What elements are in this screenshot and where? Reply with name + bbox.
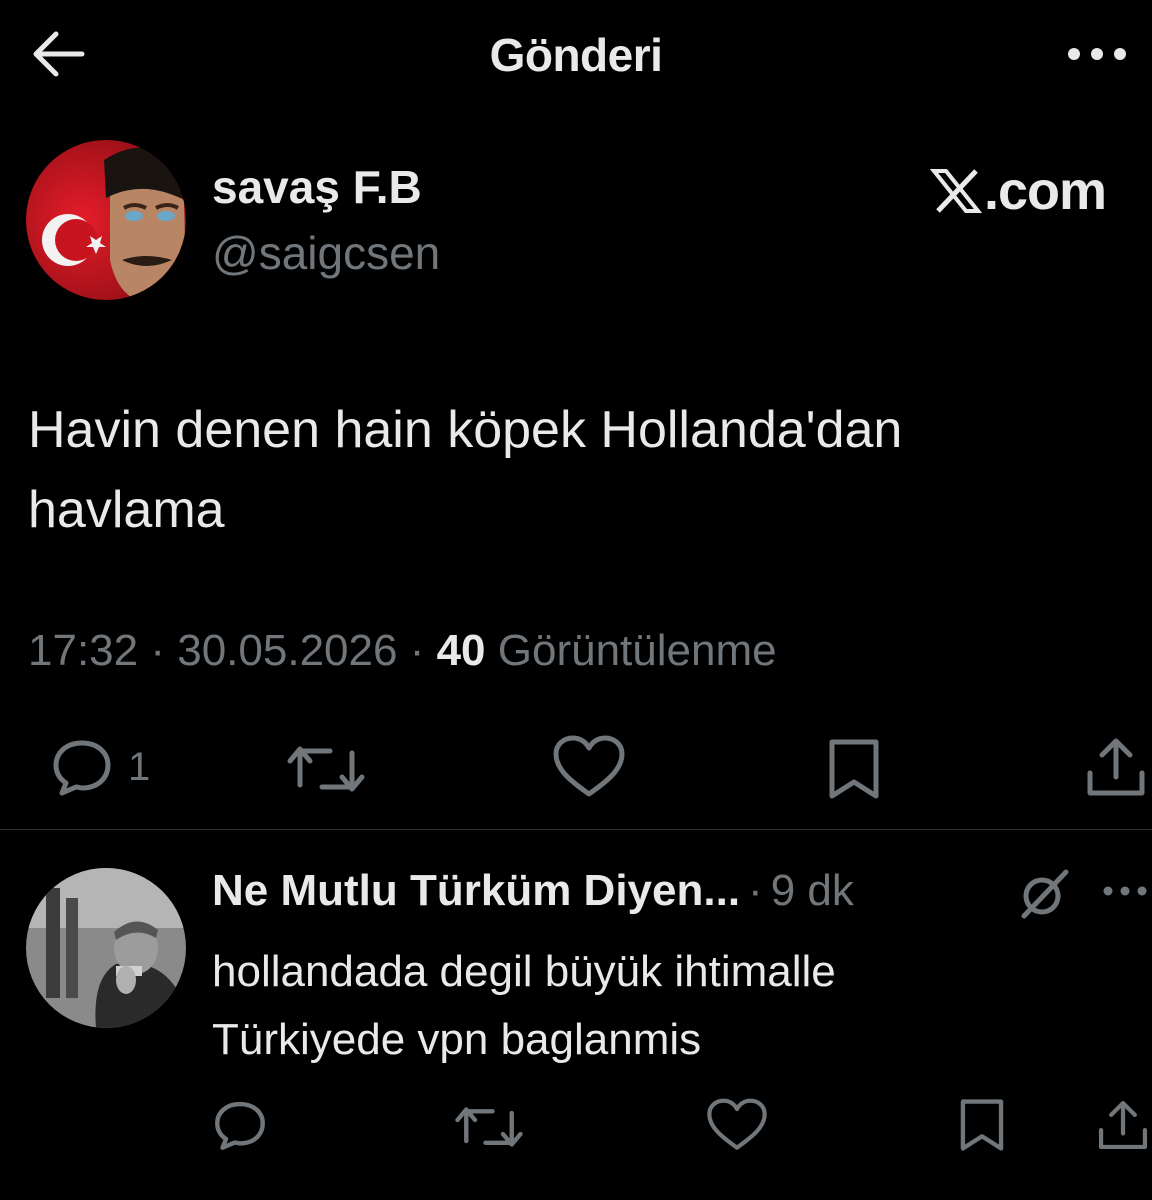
share-button[interactable] [1084,732,1148,802]
bookmark-icon [829,739,879,799]
reply-icon [215,1101,265,1150]
x-logo-icon [930,169,982,213]
tweet-text: Havin denen hain köpek Hollanda'dan havl… [28,390,1118,550]
tweet-text-line: Havin denen hain köpek Hollanda'dan [28,401,903,459]
more-horizontal-icon [1103,886,1147,896]
author-handle[interactable]: @saigcsen [212,226,440,280]
tweet-time[interactable]: 17:32 [28,626,138,675]
views-label[interactable]: Görüntülenme [498,626,777,675]
reply-retweet-button[interactable] [454,1092,524,1162]
retweet-button[interactable] [286,734,366,804]
like-icon [707,1098,767,1150]
like-button[interactable] [552,732,626,802]
reply-count: 1 [128,744,151,789]
reply-more-button[interactable] [1100,876,1150,906]
reply-author-name[interactable]: Ne Mutlu Türküm Diyen... [212,866,740,916]
share-icon [1098,1100,1148,1150]
tweet-meta: 17:32 · 30.05.2026 · 40 Görüntülenme [28,626,777,676]
more-horizontal-icon [1068,48,1126,60]
like-icon [553,735,625,797]
tweet-date[interactable]: 30.05.2026 [177,626,397,675]
author-avatar[interactable] [26,140,186,300]
reply-text-line: Türkiyede vpn baglanmis [212,1015,702,1064]
reply-bookmark-button[interactable] [956,1090,1008,1160]
author-name[interactable]: savaş F.B [212,160,422,214]
more-options-button[interactable] [1062,36,1132,72]
views-count: 40 [436,626,486,675]
reply-author-avatar[interactable] [26,868,186,1028]
separator: · [748,866,763,915]
page-title: Gönderi [489,29,663,81]
reply-header: Ne Mutlu Türküm Diyen... · 9 dk [212,866,854,916]
bookmark-button[interactable] [824,734,884,804]
grok-icon [1021,869,1069,919]
watermark-text: .com [984,161,1107,221]
retweet-icon [287,746,365,792]
tweet-text-line: havlama [28,481,225,539]
bookmark-icon [960,1099,1004,1151]
separator: · [409,626,425,675]
retweet-icon [455,1107,523,1147]
reply-like-button[interactable] [706,1090,768,1160]
reply-share-button[interactable] [1096,1090,1150,1160]
reply-button[interactable]: 1 [50,732,150,802]
reply-reply-button[interactable] [212,1090,268,1160]
grok-button[interactable] [1016,866,1072,922]
reply-icon [53,740,111,796]
separator: · [150,626,165,675]
reply-text-line: hollandada degil büyük ihtimalle [212,947,836,996]
divider [0,829,1152,830]
x-com-watermark: .com [930,160,1107,222]
share-icon [1087,738,1145,796]
reply-time[interactable]: 9 dk [771,866,854,916]
reply-text: hollandada degil büyük ihtimalle Türkiye… [212,938,1132,1074]
